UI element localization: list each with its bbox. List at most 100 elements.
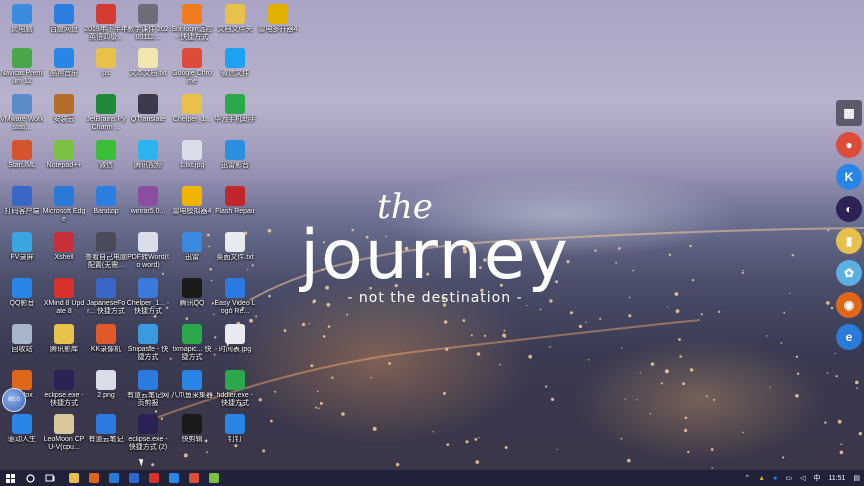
desktop-icon[interactable]: KK录像机 (84, 324, 128, 354)
desktop-icon[interactable]: JetBrains PyCharm ... (84, 94, 128, 132)
desktop-icon[interactable]: eclipse.exe - 快捷方式 (2) (126, 414, 170, 452)
video-icon (138, 140, 158, 160)
desktop-icon[interactable]: txmapic... 快捷方式 (170, 324, 214, 362)
desktop-icon[interactable]: ps (84, 48, 128, 78)
desktop-icon[interactable]: 打码客户端 (0, 186, 44, 216)
desktop-icon[interactable]: 有道云笔记网页剪报 (126, 370, 170, 408)
desktop-icon[interactable]: Microsoft Edge (42, 186, 86, 224)
desktop-icon[interactable]: QQ影音 (0, 278, 44, 308)
desktop-icon[interactable]: 腾讯影库 (42, 324, 86, 354)
firefox-icon[interactable] (84, 470, 104, 486)
desktop-icon[interactable]: LeoMoon CPU-V(cpu... (42, 414, 86, 452)
desktop-icon[interactable]: Chelper_1... (170, 94, 214, 124)
start-button[interactable] (0, 470, 20, 486)
qq-icon[interactable] (164, 470, 184, 486)
windows-icon[interactable]: ▦ (836, 100, 862, 126)
desktop-icon[interactable]: 查看自己电脑配置(无需... (84, 232, 128, 270)
desktop-icon[interactable]: 回收站 (0, 324, 44, 354)
eclipse-icon[interactable]: ◐ (836, 196, 862, 222)
firefox-icon[interactable]: ◉ (836, 292, 862, 318)
desktop-icon[interactable]: 迅雷影音 (213, 140, 257, 170)
desktop-icon[interactable]: 快剪辑 (170, 414, 214, 444)
desktop-icon-label: 腾讯QQ (179, 300, 205, 307)
ime-indicator[interactable]: 中 (813, 473, 820, 483)
edge-icon[interactable]: e (836, 324, 862, 350)
desktop-icon[interactable]: Bandzip (84, 186, 128, 216)
desktop-icon[interactable]: 文档文件夹 (213, 4, 257, 34)
desktop-icon[interactable]: 2.png (84, 370, 128, 400)
desktop-icon[interactable]: 微信文件 (213, 48, 257, 78)
chrome-icon[interactable] (184, 470, 204, 486)
desktop-icon[interactable]: 八爪鱼采集器 (170, 370, 214, 400)
search-button[interactable] (20, 470, 40, 486)
desktop-icon[interactable]: 桌面文件.txt (213, 232, 257, 262)
desktop-icon-label: Sunlogin远控 - 快捷方式 (171, 26, 213, 41)
desktop-icon[interactable]: 此电脑 (0, 4, 44, 34)
desktop-icon-label: 华为手机助手 (214, 116, 256, 123)
desktop-icon[interactable]: 时间表.jpg (213, 324, 257, 354)
desktop-icon[interactable]: 有道云笔记 (84, 414, 128, 444)
desktop-icon[interactable]: 1.txt.jpg (170, 140, 214, 170)
edge-icon-glyph (109, 473, 119, 483)
app-icon[interactable] (124, 470, 144, 486)
netease-music-icon[interactable] (144, 470, 164, 486)
tray-app-icon[interactable]: ▲ (758, 475, 765, 482)
desktop-icon[interactable]: Google Chrome (170, 48, 214, 86)
app-icon (138, 278, 158, 298)
desktop-icon[interactable]: Flash Repair (213, 186, 257, 216)
desktop-icon-label: Chelper_1... - 快捷方式 (126, 300, 170, 315)
edge-icon (54, 186, 74, 206)
desktop-icon[interactable]: 教学课件 20200112... (126, 4, 170, 42)
desktop-icon[interactable]: 文本文档.txt (126, 48, 170, 78)
desktop-icon[interactable]: eclipse.exe - 快捷方式 (42, 370, 86, 408)
pinwheel-icon[interactable]: ✿ (836, 260, 862, 286)
desktop-icon[interactable]: 安装云 (42, 94, 86, 124)
desktop-icon[interactable]: VMware Workstati... (0, 94, 44, 132)
chevron-up-icon[interactable]: ⌃ (744, 474, 750, 482)
desktop-icon[interactable]: QTranslate (126, 94, 170, 124)
desktop-icon[interactable]: Sunlogin远控 - 快捷方式 (170, 4, 214, 42)
desktop-icon[interactable]: Chelper_1... - 快捷方式 (126, 278, 170, 316)
chrome-icon[interactable]: ● (836, 132, 862, 158)
network-icon[interactable]: ▭ (785, 474, 792, 482)
volume-icon[interactable]: ◁ (800, 474, 805, 482)
desktop-icon[interactable]: 酷狗音乐 (42, 48, 86, 78)
desktop-icon[interactable]: XMind 8 Update 8 (42, 278, 86, 316)
desktop-icon[interactable]: winrar5.0... (126, 186, 170, 216)
sunlogin-icon (182, 4, 202, 24)
desktop-icon[interactable]: StarUML (0, 140, 44, 170)
desktop-icon[interactable]: 驱动人生 (0, 414, 44, 444)
tray-app-icon[interactable]: ● (773, 475, 777, 482)
folder-icon[interactable]: ▮ (836, 228, 862, 254)
desktop-icon[interactable]: Easy Video Logo Re... (213, 278, 257, 316)
clock-time[interactable]: 11:51 (828, 475, 845, 482)
clip-icon (182, 414, 202, 434)
desktop-icon[interactable]: 腾讯QQ (170, 278, 214, 308)
notification-icon[interactable]: ▤ (853, 474, 860, 482)
desktop-icon-label: 快剪辑 (181, 436, 203, 443)
desktop-icon[interactable]: 2019年下半年英语四级... (84, 4, 128, 42)
desktop-icon[interactable]: Notepad++ (42, 140, 86, 170)
desktop-icon[interactable]: 迅雷 (170, 232, 214, 262)
desktop-icon[interactable]: 腾讯视频 (126, 140, 170, 170)
desktop-icon[interactable]: 华为手机助手 (213, 94, 257, 124)
desktop-icon[interactable]: Xshell (42, 232, 86, 262)
task-view-button[interactable] (40, 470, 60, 486)
kugou-icon[interactable]: K (836, 164, 862, 190)
desktop-icon[interactable]: 百度网盘 (42, 4, 86, 34)
edge-icon[interactable] (104, 470, 124, 486)
desktop-icon[interactable]: 雷电多开器4 (256, 4, 300, 34)
desktop-icon-label: eclipse.exe - 快捷方式 (2) (128, 436, 168, 451)
desktop-icon[interactable]: Snipaste - 快捷方式 (126, 324, 170, 362)
desktop-icon[interactable]: JapaneseFor... 快捷方式 (84, 278, 128, 316)
desktop-icon[interactable]: 微信 (84, 140, 128, 170)
desktop-icon[interactable]: 钉钉 (213, 414, 257, 444)
desktop-icon[interactable]: 雷电模拟器4 (170, 186, 214, 216)
file-explorer-icon[interactable] (64, 470, 84, 486)
desktop-icon[interactable]: Navicat Premium 12 (0, 48, 44, 86)
desktop-icon[interactable]: PDF转Word(to word) (126, 232, 170, 270)
desktop-icon[interactable]: fiddler.exe - 快捷方式 (213, 370, 257, 408)
desktop-icon[interactable]: FV录屏 (0, 232, 44, 262)
floating-ball[interactable]: 60.0 (2, 388, 26, 412)
notepad-icon[interactable] (204, 470, 224, 486)
